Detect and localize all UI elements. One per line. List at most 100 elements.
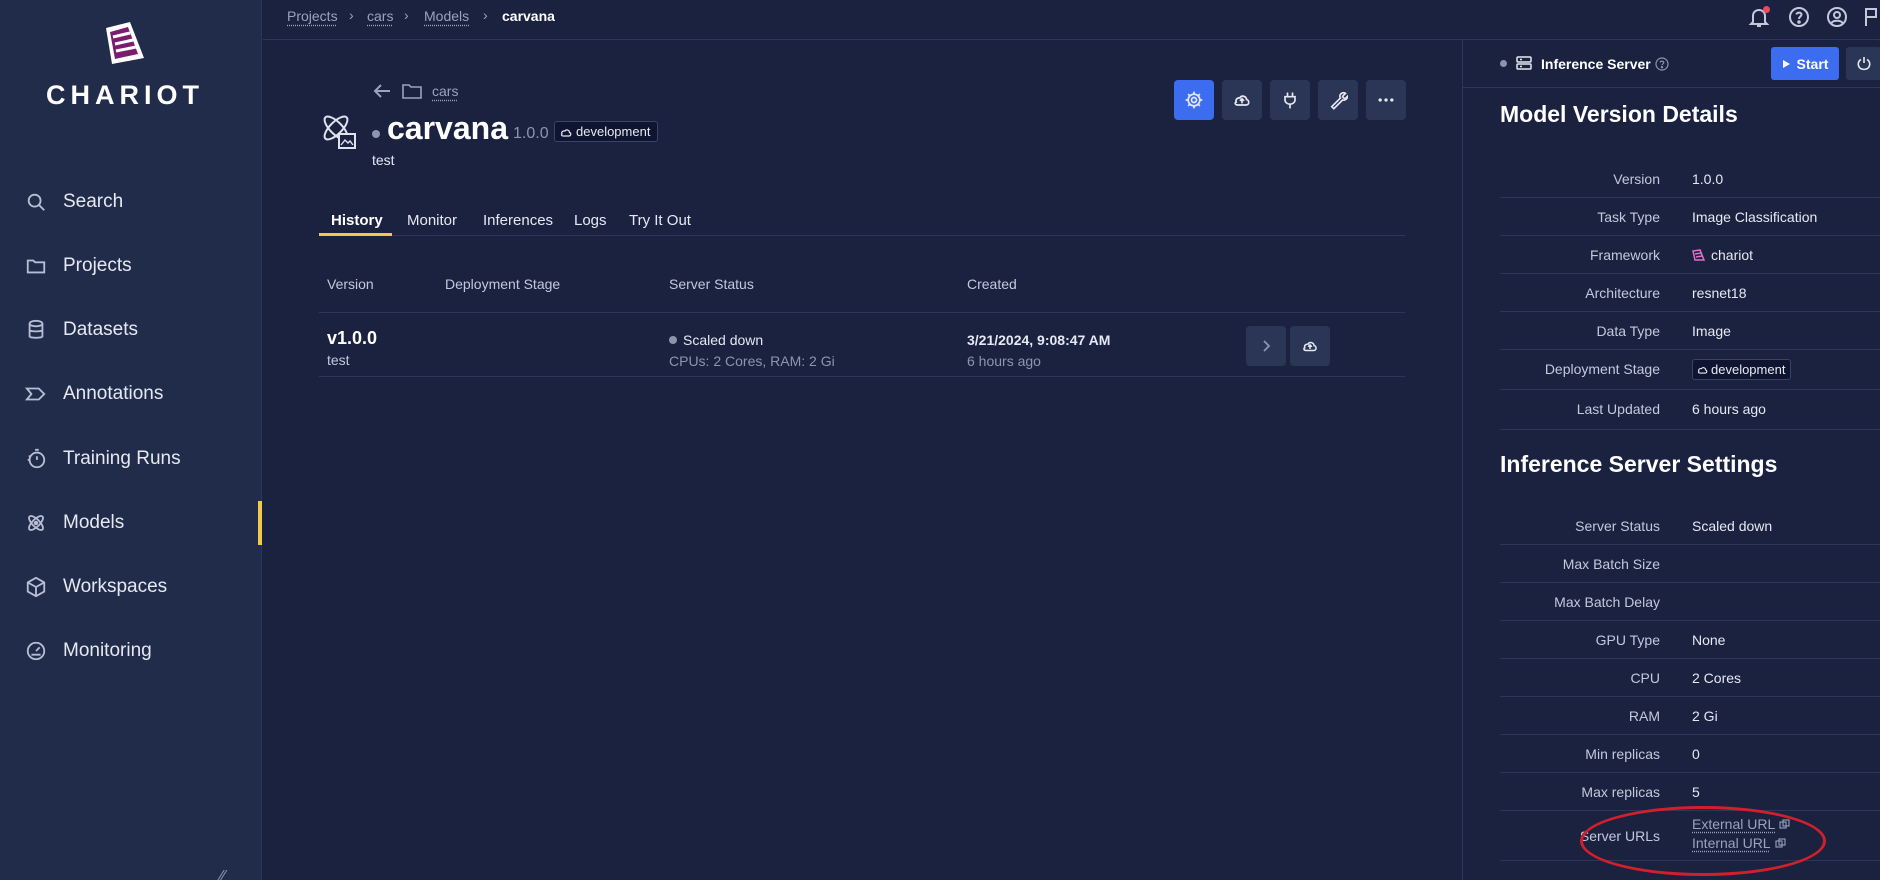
row-resources: CPUs: 2 Cores, RAM: 2 Gi (669, 353, 835, 369)
flag-button[interactable] (1863, 5, 1879, 29)
tab-history[interactable]: History (331, 212, 383, 229)
setting-key: Max Batch Delay (1554, 594, 1660, 610)
sidebar-item-annotations[interactable]: Annotations (0, 372, 262, 416)
detail-key: Task Type (1597, 209, 1660, 225)
setting-row-ram: RAM 2 Gi (1500, 697, 1880, 735)
setting-key: Max Batch Size (1562, 556, 1660, 572)
sidebar-item-label: Search (63, 191, 124, 212)
notifications-button[interactable] (1747, 5, 1771, 29)
external-link-icon (1779, 818, 1790, 829)
panel-header: Inference Server Start (1463, 40, 1880, 88)
setting-row-cpu: CPU 2 Cores (1500, 659, 1880, 697)
setting-value: 5 (1692, 784, 1700, 800)
start-server-button[interactable]: Start (1771, 47, 1839, 80)
help-icon[interactable] (1655, 57, 1669, 71)
parent-project-link[interactable]: cars (432, 83, 458, 99)
breadcrumb-models[interactable]: Models (424, 8, 469, 24)
stopwatch-icon (27, 448, 46, 469)
setting-value: 2 Cores (1692, 670, 1741, 686)
arrow-left-icon[interactable] (372, 83, 392, 99)
setting-key: CPU (1630, 670, 1660, 686)
sidebar-item-label: Monitoring (63, 640, 152, 661)
sidebar-item-projects[interactable]: Projects (0, 244, 262, 288)
deploy-button[interactable] (1222, 80, 1262, 120)
power-button[interactable] (1846, 47, 1880, 80)
chariot-framework-icon (1692, 249, 1706, 261)
server-icon (1516, 56, 1532, 70)
sidebar-item-models[interactable]: Models (0, 501, 262, 545)
inference-server-settings-title: Inference Server Settings (1500, 451, 1778, 477)
setting-key: Server URLs (1579, 828, 1660, 844)
tab-inferences[interactable]: Inferences (483, 212, 553, 229)
model-icon (323, 115, 356, 149)
notification-dot (1763, 6, 1770, 13)
tools-button[interactable] (1318, 80, 1358, 120)
tab-monitor[interactable]: Monitor (407, 212, 457, 229)
detail-value-text: chariot (1711, 247, 1754, 263)
settings-button[interactable] (1174, 80, 1214, 120)
model-version-details-title: Model Version Details (1500, 101, 1738, 127)
detail-value-text: Image Classification (1692, 209, 1818, 225)
chevron-right-icon (1263, 340, 1271, 352)
tab-logs[interactable]: Logs (574, 212, 607, 229)
external-url-label: External URL (1692, 816, 1776, 832)
detail-row-framework: Framework chariot (1500, 236, 1880, 274)
connect-button[interactable] (1270, 80, 1310, 120)
sidebar-item-workspaces[interactable]: Workspaces (0, 565, 262, 609)
collapse-sidebar-icon[interactable]: ⁄⁄ (220, 868, 225, 880)
chariot-logo-icon (106, 22, 144, 64)
table-row-divider (319, 376, 1405, 377)
folder-icon (26, 259, 46, 274)
cloud-upload-icon (1234, 95, 1250, 106)
model-name: carvana (387, 110, 508, 146)
more-horizontal-icon (1378, 98, 1394, 102)
wrench-icon (1330, 91, 1348, 110)
setting-key: Max replicas (1581, 784, 1660, 800)
more-options-button[interactable] (1366, 80, 1406, 120)
detail-value: Image Classification (1692, 209, 1817, 225)
setting-row-max-batch-size: Max Batch Size (1500, 545, 1880, 583)
detail-row-last-updated: Last Updated 6 hours ago (1500, 390, 1880, 430)
sidebar-item-label: Training Runs (63, 448, 181, 469)
internal-url-link[interactable]: Internal URL (1692, 835, 1790, 851)
help-button[interactable] (1787, 5, 1811, 29)
server-status-dot (1500, 60, 1507, 67)
sidebar: CHARIOT Search Projects Datasets Annotat… (0, 0, 262, 880)
app-name: CHARIOT (46, 80, 204, 110)
sidebar-item-search[interactable]: Search (0, 180, 262, 224)
power-icon (1857, 56, 1870, 70)
sidebar-item-monitoring[interactable]: Monitoring (0, 629, 262, 673)
sidebar-item-training-runs[interactable]: Training Runs (0, 437, 262, 481)
setting-row-min-replicas: Min replicas 0 (1500, 735, 1880, 773)
user-menu-button[interactable] (1825, 5, 1849, 29)
breadcrumb-projects[interactable]: Projects (287, 8, 338, 24)
table-header-divider (319, 312, 1405, 313)
detail-row-deployment-stage: Deployment Stage development (1500, 350, 1880, 390)
detail-row-data-type: Data Type Image (1500, 312, 1880, 350)
row-expand-button[interactable] (1246, 326, 1286, 366)
cloud-upload-icon (1303, 341, 1317, 352)
row-server-status-label: Scaled down (683, 332, 764, 348)
tab-try-it-out[interactable]: Try It Out (629, 212, 691, 229)
app-logo[interactable]: CHARIOT (0, 20, 250, 111)
start-button-label: Start (1796, 55, 1829, 72)
column-header-version: Version (327, 276, 374, 292)
setting-value: None (1692, 632, 1725, 648)
setting-key: RAM (1628, 708, 1660, 724)
breadcrumb-cars[interactable]: cars (367, 8, 393, 24)
setting-key: Min replicas (1585, 746, 1660, 762)
setting-row-gpu-type: GPU Type None (1500, 621, 1880, 659)
sidebar-item-datasets[interactable]: Datasets (0, 308, 262, 352)
folder-icon (402, 84, 422, 99)
setting-value: 2 Gi (1692, 708, 1718, 724)
external-url-link[interactable]: External URL (1692, 816, 1790, 832)
detail-value-text: resnet18 (1692, 285, 1747, 301)
setting-value-text: 2 Gi (1692, 708, 1718, 724)
external-link-icon (1775, 837, 1786, 848)
detail-key: Last Updated (1576, 401, 1660, 417)
inference-server-panel: Inference Server Start Model Version Det… (1462, 40, 1880, 880)
setting-key: Server Status (1575, 518, 1660, 534)
row-deploy-button[interactable] (1290, 326, 1330, 366)
breadcrumb-separator-icon: › (349, 7, 354, 23)
inference-server-settings-table: Server Status Scaled down Max Batch Size… (1500, 507, 1880, 861)
